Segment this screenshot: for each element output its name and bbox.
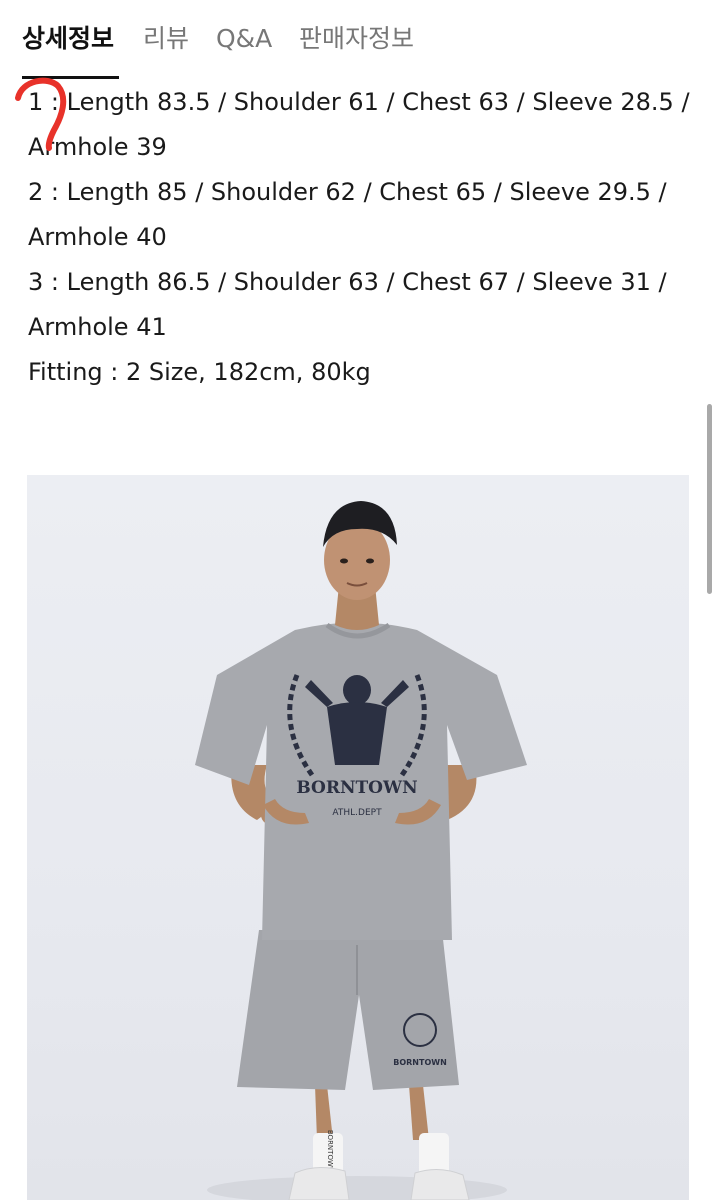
spec-line-size-1: 1 : Length 83.5 / Shoulder 61 / Chest 63… (28, 88, 690, 116)
tab-qna[interactable]: Q&A (216, 22, 272, 56)
shirt-print-subtext: ATHL.DEPT (332, 808, 382, 818)
spec-line-fitting: Fitting : 2 Size, 182cm, 80kg (28, 358, 371, 386)
spec-line-size-2-armhole: Armhole 40 (28, 223, 167, 251)
shorts-print: BORNTOWN (393, 1058, 447, 1067)
tab-seller-info[interactable]: 판매자정보 (299, 22, 414, 56)
spec-line-size-2: 2 : Length 85 / Shoulder 62 / Chest 65 /… (28, 178, 667, 206)
shirt-print-text: BORNTOWN (296, 778, 417, 798)
tab-bar: 상세정보 리뷰 Q&A 판매자정보 (0, 0, 716, 80)
tab-detail-info[interactable]: 상세정보 (22, 22, 114, 56)
spec-line-size-1-armhole: Armhole 39 (28, 133, 167, 161)
product-photo: BORNTOWN BORNTOWN BORNTOWN ATHL.DEPT (27, 475, 689, 1200)
size-spec-text: 1 : Length 83.5 / Shoulder 61 / Chest 63… (28, 80, 708, 395)
spec-line-size-3-armhole: Armhole 41 (28, 313, 167, 341)
sock-print: BORNTOWN (326, 1130, 334, 1172)
product-detail-page: 상세정보 리뷰 Q&A 판매자정보 1 : Length 83.5 / Shou… (0, 0, 716, 1200)
red-pen-annotation (15, 77, 67, 151)
scrollbar[interactable] (707, 404, 712, 594)
model-illustration: BORNTOWN BORNTOWN BORNTOWN ATHL.DEPT (195, 501, 527, 1200)
tab-reviews[interactable]: 리뷰 (143, 22, 189, 56)
spec-line-size-3: 3 : Length 86.5 / Shoulder 63 / Chest 67… (28, 268, 667, 296)
